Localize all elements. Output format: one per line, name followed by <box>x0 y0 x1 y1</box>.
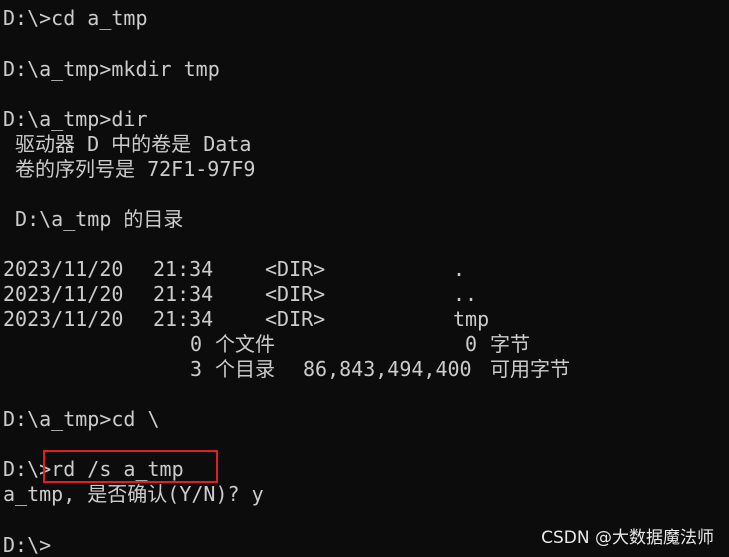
dirs-label: 个目录 <box>215 357 275 381</box>
final-prompt[interactable]: D:\> <box>3 532 53 557</box>
files-bytes-label: 字节 <box>490 332 530 356</box>
confirm-prompt: a_tmp, 是否确认(Y/N)? y <box>3 482 264 506</box>
entry-type: <DIR> <box>265 282 326 306</box>
text-cursor <box>51 532 53 552</box>
dirs-summary: 3 个目录 86,843,494,400 可用字节 <box>3 357 570 381</box>
entry-time: 21:34 <box>153 307 214 331</box>
files-count: 0 <box>190 332 203 356</box>
entry-name: . <box>453 257 466 281</box>
console-window[interactable]: D:\>cd a_tmp D:\a_tmp>mkdir tmp D:\a_tmp… <box>0 0 729 557</box>
entry-date: 2023/11/20 <box>3 282 124 306</box>
serial-info: 卷的序列号是 72F1-97F9 <box>3 157 256 181</box>
entry-name: .. <box>453 282 478 306</box>
files-bytes: 0 <box>465 332 478 356</box>
command-line-cd-a-tmp: D:\>cd a_tmp <box>3 6 148 30</box>
entry-time: 21:34 <box>153 257 214 281</box>
directory-entry: 2023/11/20 21:34 <DIR> tmp <box>3 307 489 331</box>
dirs-bytes-label: 可用字节 <box>490 357 570 381</box>
directory-entry: 2023/11/20 21:34 <DIR> . <box>3 257 465 281</box>
entry-type: <DIR> <box>265 257 326 281</box>
directory-of-heading: D:\a_tmp 的目录 <box>3 207 184 231</box>
entry-date: 2023/11/20 <box>3 257 124 281</box>
entry-name: tmp <box>453 307 490 331</box>
entry-type: <DIR> <box>265 307 326 331</box>
command-line-mkdir: D:\a_tmp>mkdir tmp <box>3 57 220 81</box>
entry-date: 2023/11/20 <box>3 307 124 331</box>
files-summary: 0 个文件 0 字节 <box>3 332 530 356</box>
directory-entry: 2023/11/20 21:34 <DIR> .. <box>3 282 477 306</box>
final-prompt-text: D:\> <box>3 533 52 557</box>
volume-info: 驱动器 D 中的卷是 Data <box>3 132 252 156</box>
highlight-box <box>43 450 218 483</box>
dirs-bytes: 86,843,494,400 <box>303 357 472 381</box>
dirs-count: 3 <box>190 357 203 381</box>
watermark: CSDN @大数据魔法师 <box>541 528 714 548</box>
files-label: 个文件 <box>215 332 275 356</box>
entry-time: 21:34 <box>153 282 214 306</box>
command-line-cd-root: D:\a_tmp>cd \ <box>3 407 160 431</box>
command-line-dir: D:\a_tmp>dir <box>3 107 148 131</box>
